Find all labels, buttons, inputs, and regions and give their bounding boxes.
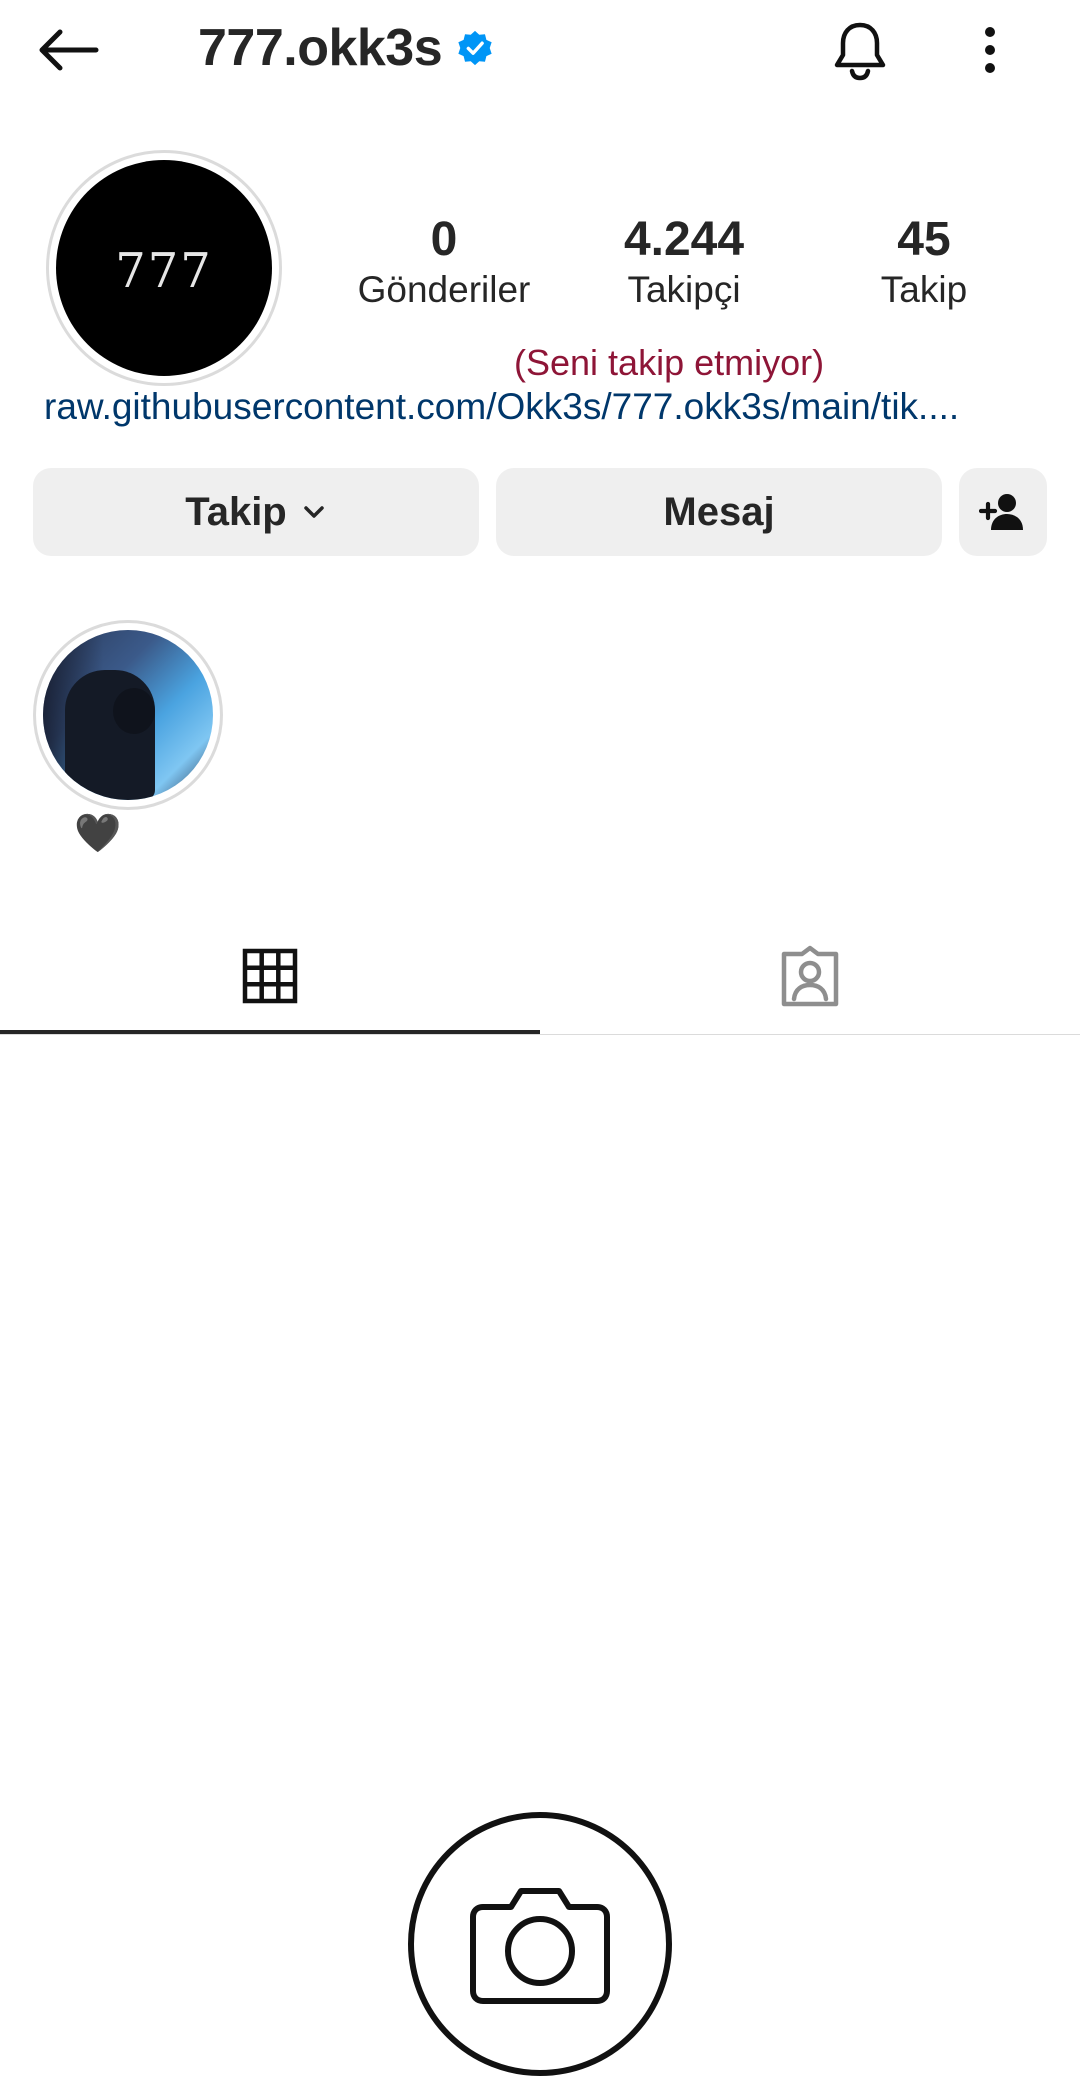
message-button[interactable]: Mesaj — [496, 468, 942, 556]
camera-icon — [470, 1888, 610, 2004]
highlight-cover-image — [43, 630, 213, 800]
stat-posts[interactable]: 0 Gönderiler — [354, 212, 534, 312]
arrow-left-icon — [39, 29, 99, 71]
avatar-text: 777 — [115, 243, 213, 299]
followers-count: 4.244 — [623, 213, 745, 266]
follow-button[interactable]: Takip — [33, 468, 479, 556]
tagged-person-icon — [781, 945, 839, 1007]
back-button[interactable] — [36, 16, 116, 84]
followers-label: Takipçi — [627, 269, 741, 310]
story-highlight[interactable] — [33, 620, 223, 810]
following-label: Takip — [880, 269, 968, 310]
person-add-icon — [979, 494, 1023, 530]
add-user-button[interactable] — [959, 468, 1047, 556]
username: 777.okk3s — [198, 19, 443, 77]
more-options-button[interactable] — [960, 10, 1020, 90]
bio-link[interactable]: raw.githubusercontent.com/Okk3s/777.okk3… — [44, 386, 959, 428]
highlight-label: 🖤 — [74, 813, 122, 855]
not-following-notice: (Seni takip etmiyor) — [514, 342, 825, 383]
empty-posts-illustration — [408, 1812, 672, 2076]
more-vertical-icon — [985, 27, 995, 73]
posts-label: Gönderiler — [357, 269, 531, 310]
message-button-label: Mesaj — [663, 489, 775, 534]
notifications-button[interactable] — [824, 10, 896, 90]
verified-badge-icon — [458, 30, 492, 66]
posts-count: 0 — [430, 213, 458, 266]
follow-button-label: Takip — [185, 489, 287, 534]
grid-icon — [242, 948, 298, 1004]
bell-icon — [834, 22, 886, 81]
stat-followers[interactable]: 4.244 Takipçi — [594, 212, 774, 312]
chevron-down-icon — [304, 506, 324, 518]
following-count: 45 — [897, 213, 951, 266]
profile-title: 777.okk3s — [198, 10, 494, 86]
tabs-divider — [0, 1034, 1080, 1035]
tab-tagged[interactable] — [540, 920, 1080, 1032]
profile-avatar[interactable]: 777 — [46, 150, 282, 386]
stat-following[interactable]: 45 Takip — [834, 212, 1014, 312]
tab-posts-grid[interactable] — [0, 920, 540, 1032]
avatar-image: 777 — [56, 160, 272, 376]
